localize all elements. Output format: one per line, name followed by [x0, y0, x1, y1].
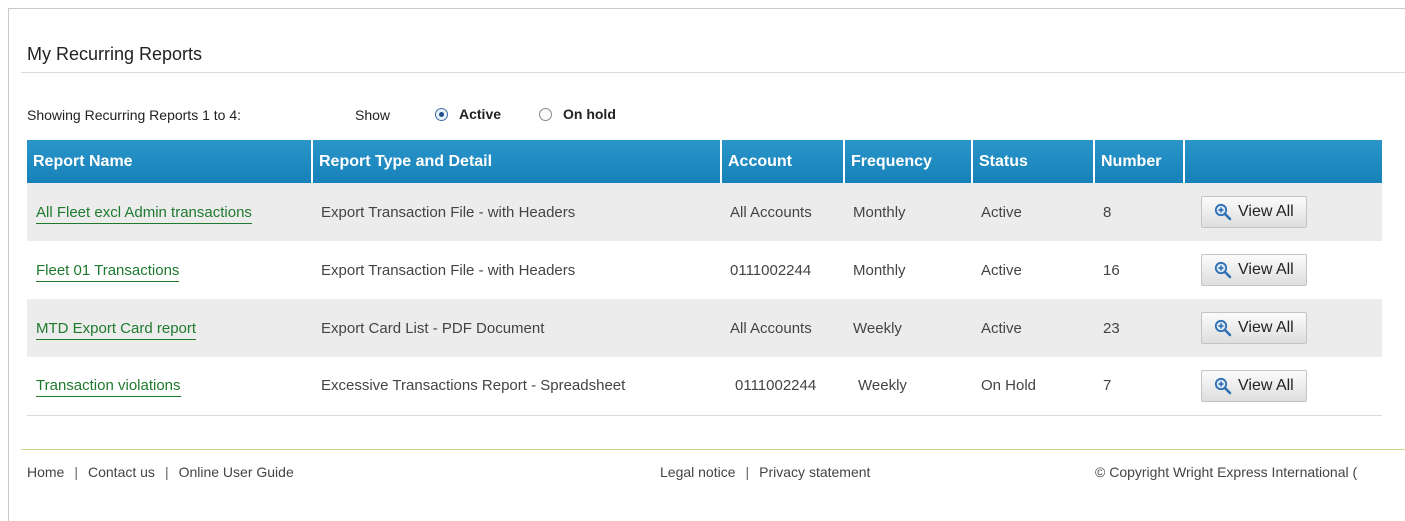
cell-frequency: Monthly	[844, 183, 972, 241]
cell-frequency: Weekly	[844, 357, 972, 416]
magnifier-zoom-icon	[1214, 261, 1232, 279]
cell-account: All Accounts	[721, 299, 844, 357]
footer-link-online-user-guide[interactable]: Online User Guide	[179, 464, 294, 480]
view-all-button[interactable]: View All	[1201, 312, 1307, 344]
column-header-report-name: Report Name	[27, 140, 313, 183]
cell-report-type: Export Transaction File - with Headers	[312, 241, 721, 299]
view-all-label: View All	[1238, 376, 1294, 394]
report-name-link[interactable]: Transaction violations	[36, 377, 181, 398]
footer-divider	[21, 449, 1405, 450]
radio-active-button[interactable]	[435, 107, 448, 121]
cell-frequency: Weekly	[844, 299, 972, 357]
column-header-frequency: Frequency	[844, 140, 973, 183]
cell-status: Active	[972, 299, 1094, 357]
cell-report-type: Export Transaction File - with Headers	[312, 183, 721, 241]
cell-status: Active	[972, 241, 1094, 299]
cell-actions: View All	[1184, 299, 1382, 357]
table-row: All Fleet excl Admin transactions Export…	[27, 183, 1382, 241]
radio-active-label: Active	[459, 106, 502, 122]
view-all-button[interactable]: View All	[1201, 369, 1307, 402]
magnifier-zoom-icon	[1214, 319, 1232, 337]
cell-number: 8	[1094, 183, 1184, 241]
cell-status: Active	[972, 183, 1094, 241]
report-name-link[interactable]: All Fleet excl Admin transactions	[36, 203, 252, 224]
view-all-label: View All	[1238, 261, 1294, 278]
cell-actions: View All	[1184, 183, 1382, 241]
radio-active[interactable]: Active	[435, 106, 501, 122]
footer-link-legal-notice[interactable]: Legal notice	[660, 464, 736, 480]
cell-status: On Hold	[972, 357, 1094, 416]
cell-actions: View All	[1184, 357, 1382, 416]
footer-copyright: © Copyright Wright Express International…	[1095, 464, 1358, 480]
radio-on-hold[interactable]: On hold	[539, 106, 616, 122]
radio-on-hold-button[interactable]	[539, 107, 552, 121]
table-row: MTD Export Card report Export Card List …	[27, 299, 1382, 357]
title-divider	[21, 72, 1405, 73]
recurring-reports-table: Report Name Report Type and Detail Accou…	[27, 140, 1382, 416]
cell-account: All Accounts	[721, 183, 844, 241]
footer-separator: |	[164, 464, 169, 480]
show-label: Show	[355, 107, 391, 123]
cell-report-name: Fleet 01 Transactions	[27, 241, 312, 299]
footer-link-privacy-statement[interactable]: Privacy statement	[759, 464, 870, 480]
cell-report-type: Export Card List - PDF Document	[312, 299, 721, 357]
footer-separator: |	[745, 464, 750, 480]
column-header-report-type: Report Type and Detail	[312, 140, 722, 183]
cell-report-type: Excessive Transactions Report - Spreadsh…	[312, 357, 721, 416]
report-name-link[interactable]: Fleet 01 Transactions	[36, 261, 180, 282]
table-header-row: Report Name Report Type and Detail Accou…	[27, 140, 1382, 183]
column-header-actions	[1184, 140, 1382, 183]
view-all-button[interactable]: View All	[1201, 196, 1307, 228]
footer-separator: |	[74, 464, 78, 480]
cell-account: 0111002244	[721, 357, 844, 416]
view-all-label: View All	[1238, 203, 1294, 220]
table-row: Transaction violations Excessive Transac…	[27, 357, 1382, 416]
report-name-link[interactable]: MTD Export Card report	[36, 319, 197, 340]
footer-middle-links: Legal notice | Privacy statement	[660, 464, 870, 480]
column-header-account: Account	[721, 140, 845, 183]
cell-frequency: Monthly	[844, 241, 972, 299]
showing-count-text: Showing Recurring Reports 1 to 4:	[27, 107, 241, 123]
view-all-button[interactable]: View All	[1201, 254, 1307, 286]
cell-actions: View All	[1184, 241, 1382, 299]
footer-left-links: Home | Contact us | Online User Guide	[27, 464, 294, 480]
page-title: My Recurring Reports	[27, 44, 203, 64]
magnifier-zoom-icon	[1214, 203, 1232, 221]
cell-number: 23	[1094, 299, 1184, 357]
cell-report-name: All Fleet excl Admin transactions	[27, 183, 312, 241]
footer-link-home[interactable]: Home	[27, 464, 64, 480]
cell-report-name: MTD Export Card report	[27, 299, 312, 357]
radio-on-hold-label: On hold	[563, 106, 616, 122]
footer-link-contact-us[interactable]: Contact us	[88, 464, 155, 480]
column-header-number: Number	[1094, 140, 1185, 183]
magnifier-zoom-icon	[1214, 377, 1232, 395]
cell-report-name: Transaction violations	[27, 357, 312, 416]
table-row: Fleet 01 Transactions Export Transaction…	[27, 241, 1382, 299]
cell-number: 16	[1094, 241, 1184, 299]
cell-account: 0111002244	[721, 241, 844, 299]
view-all-label: View All	[1238, 319, 1294, 336]
column-header-status: Status	[972, 140, 1095, 183]
cell-number: 7	[1094, 357, 1184, 416]
